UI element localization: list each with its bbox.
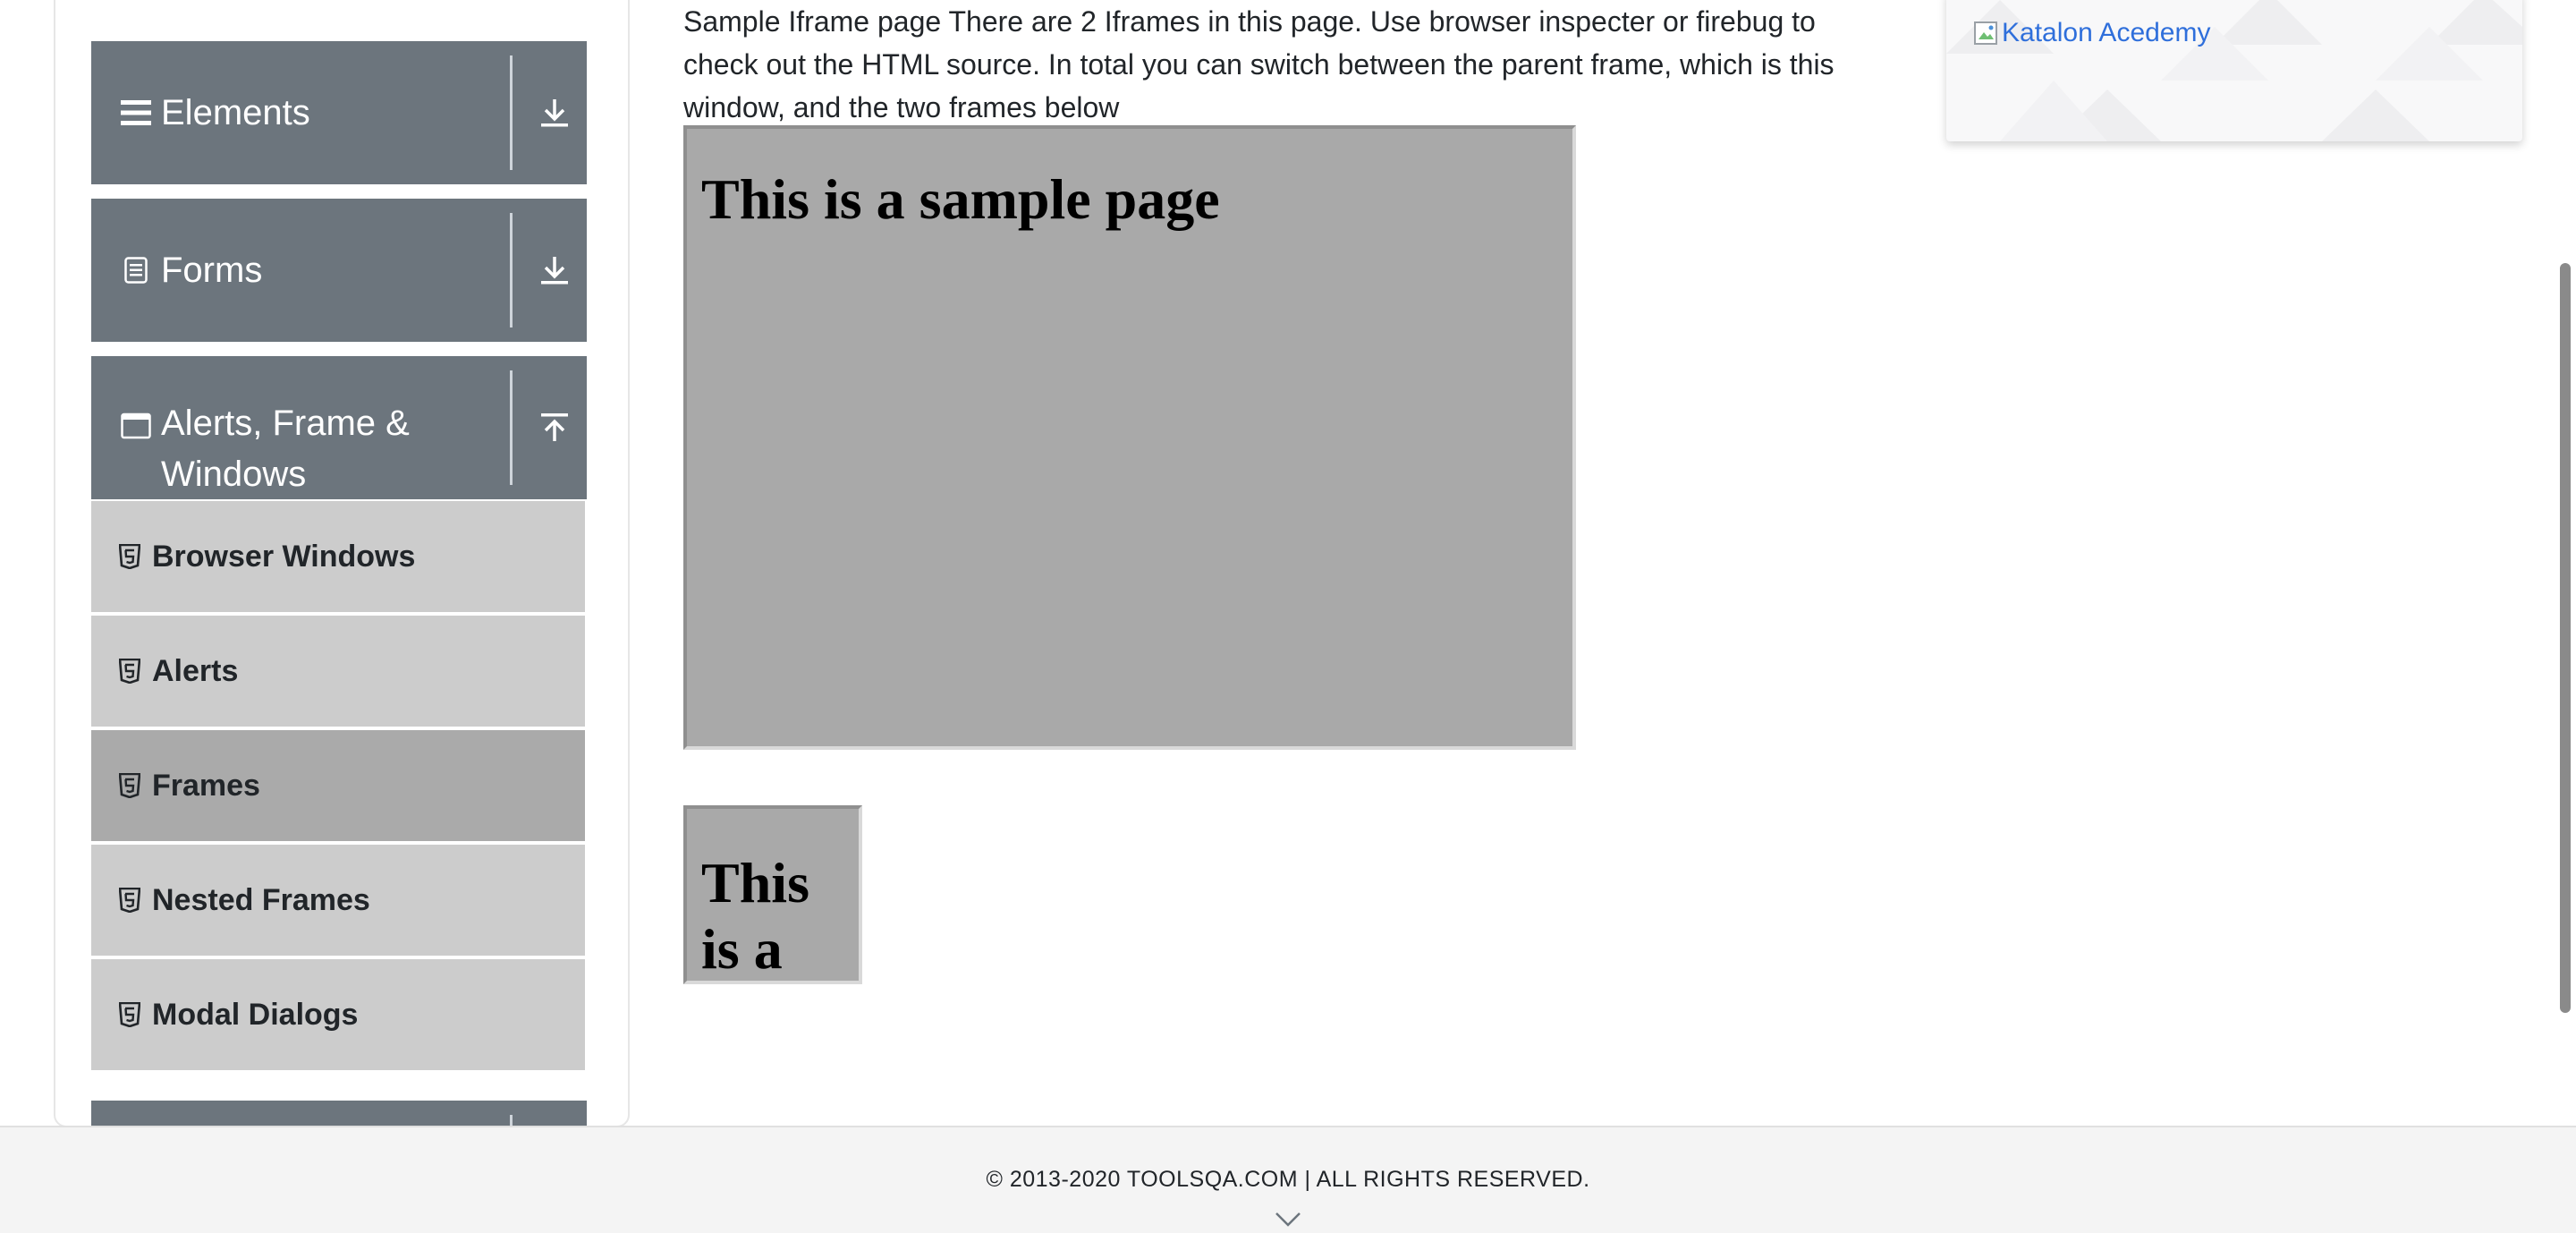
upload-arrow-icon[interactable] [537,410,572,446]
sidebar-item-modal-dialogs[interactable]: Modal Dialogs [91,959,585,1070]
html5-icon [116,1001,143,1028]
divider [510,55,513,170]
sidebar-group-alerts-frame-windows[interactable]: Alerts, Frame & Windows [91,356,587,499]
html5-icon [116,543,143,570]
download-arrow-icon[interactable] [537,95,572,131]
sidebar-item-label: Modal Dialogs [152,997,359,1032]
ad-alt-text: Katalon Acedemy [2002,18,2211,47]
html5-icon [116,887,143,914]
sidebar-item-browser-windows[interactable]: Browser Windows [91,501,585,612]
ad-link[interactable]: Katalon Acedemy [1973,18,2210,48]
chevron-down-icon[interactable] [1274,1210,1302,1229]
window-icon [120,410,152,442]
download-arrow-icon[interactable] [537,252,572,288]
intro-text: Sample Iframe page There are 2 Iframes i… [683,5,1835,123]
scrollbar-thumb[interactable] [2560,263,2571,1013]
sidebar-item-alerts[interactable]: Alerts [91,616,585,727]
ad-banner[interactable]: Katalon Acedemy [1946,0,2522,141]
sidebar-group-forms[interactable]: Forms [91,199,587,342]
sidebar-group-label: Alerts, Frame & [161,404,410,443]
sidebar-item-label: Browser Windows [152,539,416,574]
iframe-frame2[interactable]: This is a sample page [683,805,862,984]
sidebar-group-label: Forms [161,251,263,290]
footer: © 2013-2020 TOOLSQA.COM | ALL RIGHTS RES… [0,1126,2576,1233]
hamburger-icon [120,97,152,129]
sidebar-group-label-line2: Windows [161,455,307,494]
sidebar-item-label: Alerts [152,653,239,688]
frame-heading: This is a sample page [701,851,809,981]
sidebar-item-label: Frames [152,768,260,803]
divider [510,213,513,327]
html5-icon [116,772,143,799]
sidebar-group-label: Elements [161,93,310,132]
sidebar-item-label: Nested Frames [152,882,370,917]
sidebar-group-elements[interactable]: Elements [91,41,587,184]
sidebar-item-frames[interactable]: Frames [91,730,585,841]
footer-copyright: © 2013-2020 TOOLSQA.COM | ALL RIGHTS RES… [986,1167,1590,1192]
divider [510,370,513,485]
document-icon [120,254,152,286]
iframe-frame1[interactable]: This is a sample page [683,125,1576,750]
broken-image-icon [1974,21,1997,45]
html5-icon [116,658,143,685]
sidebar-item-nested-frames[interactable]: Nested Frames [91,845,585,956]
frame-heading: This is a sample page [701,167,1220,231]
